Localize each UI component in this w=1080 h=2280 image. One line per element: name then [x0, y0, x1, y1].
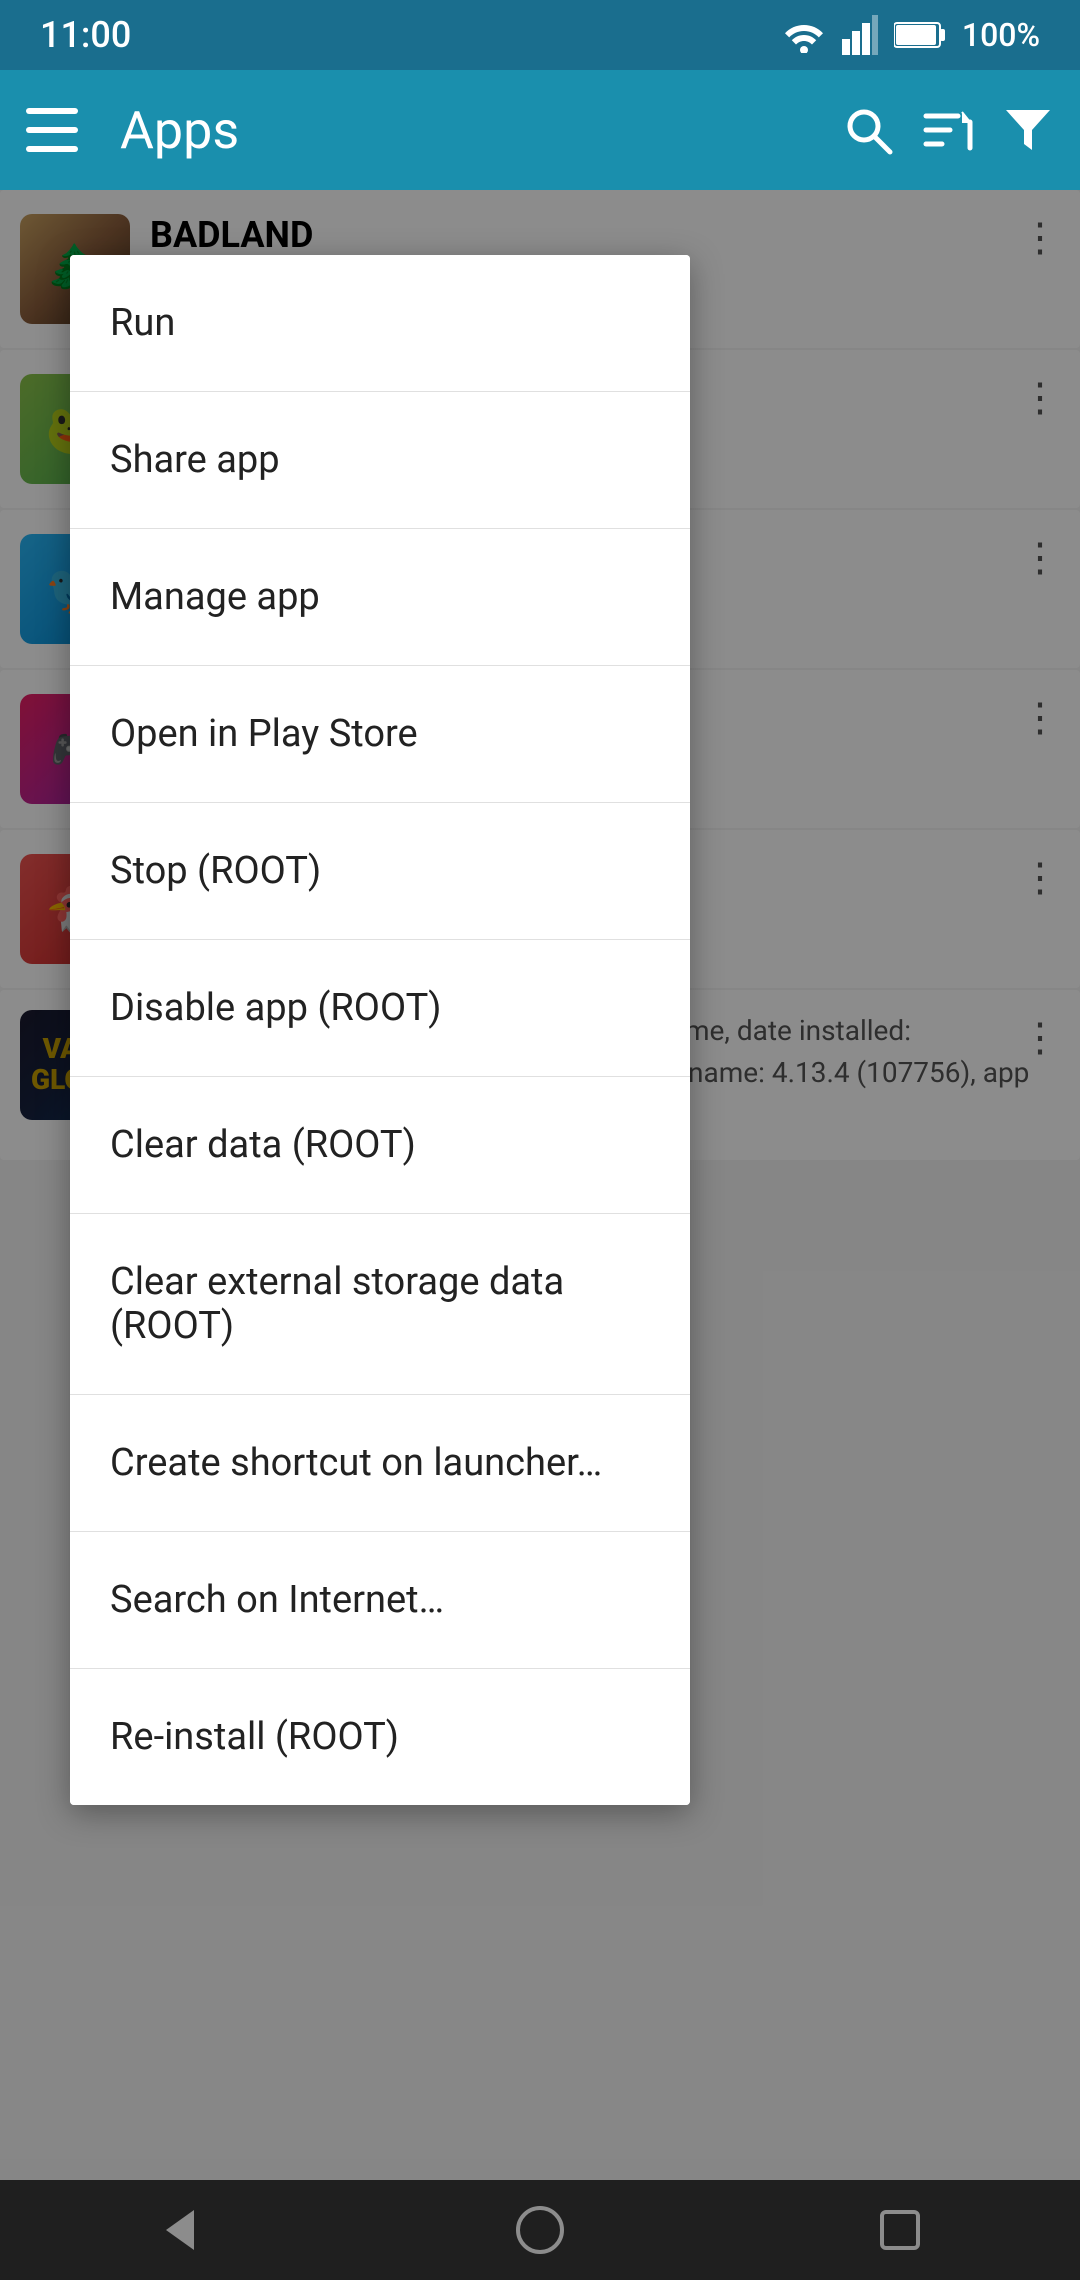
signal-icon: [842, 15, 878, 55]
search-icon: [842, 104, 894, 156]
filter-icon: [1002, 104, 1054, 156]
hamburger-menu-button[interactable]: [24, 102, 80, 158]
menu-item-share-app[interactable]: Share app: [70, 392, 690, 529]
time-display: 11:00: [40, 14, 131, 56]
battery-percent: 100%: [962, 16, 1040, 54]
menu-item-stop-root[interactable]: Stop (ROOT): [70, 803, 690, 940]
menu-item-disable-root[interactable]: Disable app (ROOT): [70, 940, 690, 1077]
wifi-icon: [782, 17, 826, 53]
toolbar: Apps: [0, 70, 1080, 190]
menu-item-run[interactable]: Run: [70, 255, 690, 392]
context-menu: Run Share app Manage app Open in Play St…: [70, 255, 690, 1805]
search-button[interactable]: [840, 102, 896, 158]
page-title: Apps: [120, 100, 816, 161]
menu-item-clear-external-root[interactable]: Clear external storage data (ROOT): [70, 1214, 690, 1395]
hamburger-icon: [26, 108, 78, 152]
battery-icon: [894, 19, 946, 51]
filter-button[interactable]: [1000, 102, 1056, 158]
menu-item-search-internet[interactable]: Search on Internet…: [70, 1532, 690, 1669]
sort-icon: [922, 104, 974, 156]
menu-item-reinstall-root[interactable]: Re-install (ROOT): [70, 1669, 690, 1805]
menu-item-clear-data-root[interactable]: Clear data (ROOT): [70, 1077, 690, 1214]
sort-button[interactable]: [920, 102, 976, 158]
status-icons: 100%: [782, 15, 1040, 55]
menu-item-manage-app[interactable]: Manage app: [70, 529, 690, 666]
status-bar: 11:00 100%: [0, 0, 1080, 70]
menu-item-open-play-store[interactable]: Open in Play Store: [70, 666, 690, 803]
menu-item-create-shortcut[interactable]: Create shortcut on launcher…: [70, 1395, 690, 1532]
